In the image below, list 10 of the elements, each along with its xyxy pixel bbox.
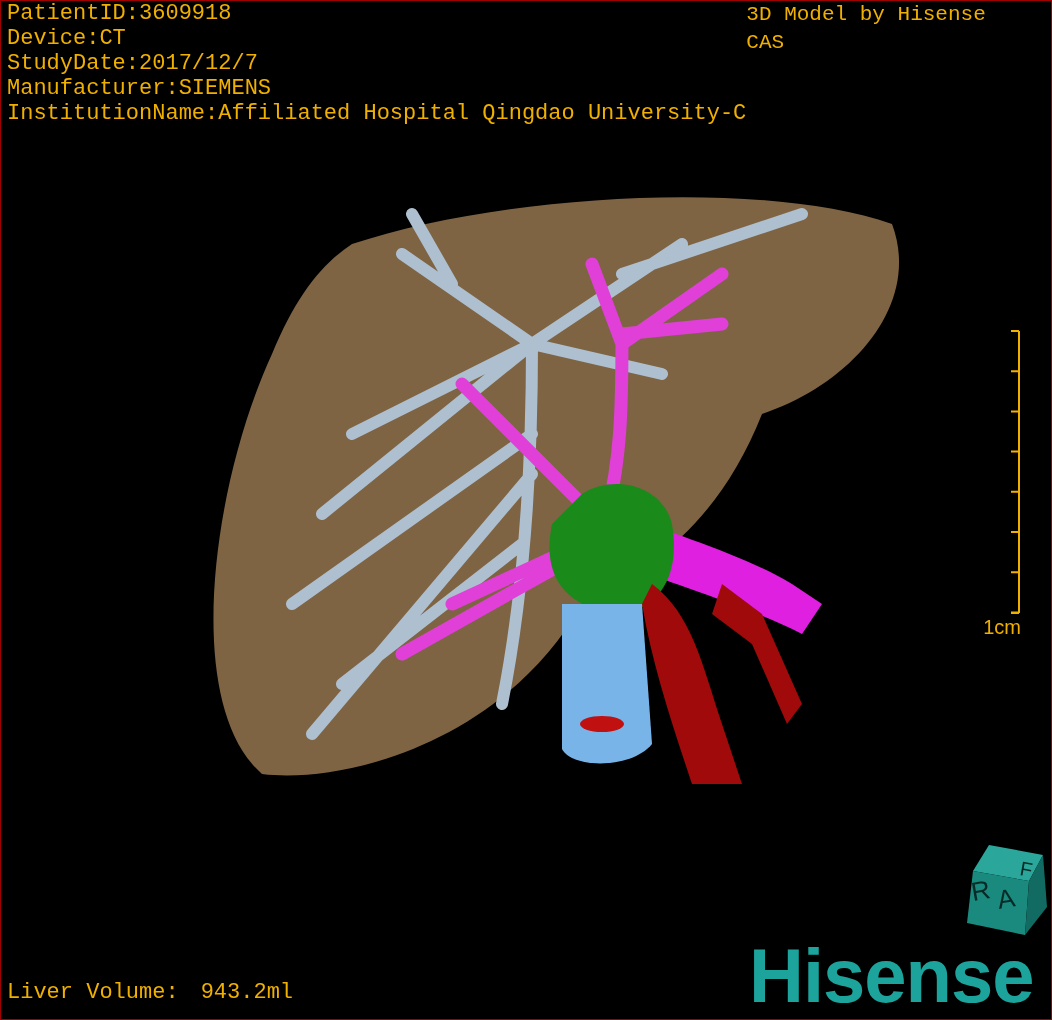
brand-logo: Hisense xyxy=(749,937,1035,1015)
info-line: PatientID:3609918 xyxy=(7,1,233,26)
info-line: Manufacturer:SIEMENS xyxy=(7,76,273,101)
info-line: StudyDate:2017/12/7 xyxy=(7,51,259,76)
model-credit: 3D Model by Hisense CAS xyxy=(746,2,987,56)
info-line: InstitutionName:Affiliated Hospital Qingdao University-C xyxy=(7,101,747,126)
info-line: Device:CT xyxy=(7,26,127,51)
scale-label: 1cm xyxy=(983,615,1021,638)
volume-label: Liver Volume: xyxy=(7,979,179,1007)
volume-value: 943.2ml xyxy=(200,979,294,1007)
